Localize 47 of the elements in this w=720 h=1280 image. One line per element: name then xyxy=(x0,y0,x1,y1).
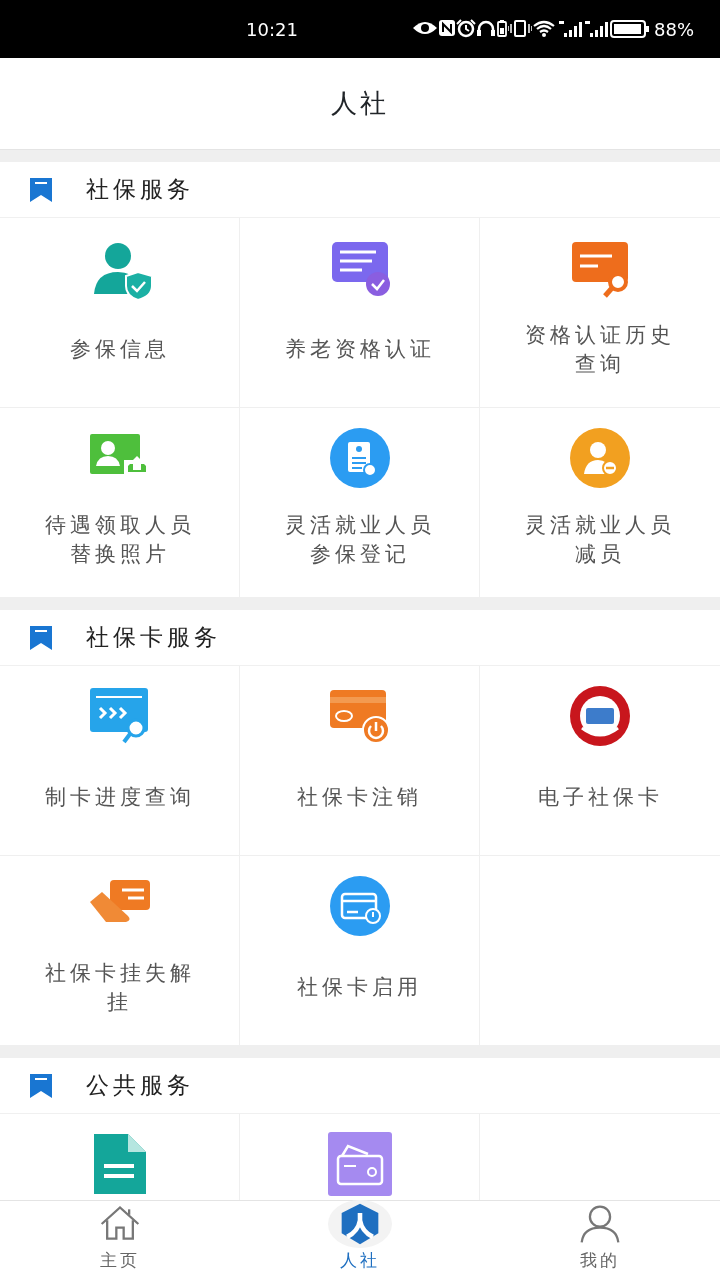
battery-percent: 88% xyxy=(654,17,694,42)
battery-small-icon xyxy=(496,19,508,39)
service-tile[interactable]: 资格认证历史查询 xyxy=(480,218,720,408)
service-tile[interactable]: 待遇领取人员替换照片 xyxy=(0,408,240,598)
tile-label: 待遇领取人员替换照片 xyxy=(43,512,196,568)
vibrate-icon xyxy=(508,19,532,39)
nav-tab[interactable]: 我的 xyxy=(480,1201,720,1280)
person-minus-icon xyxy=(568,426,632,490)
nav-tab[interactable]: 人社 xyxy=(240,1201,480,1280)
tile-label: 养老资格认证 xyxy=(284,336,435,364)
service-tile[interactable]: 灵活就业人员减员 xyxy=(480,408,720,598)
emblem-icon xyxy=(568,684,632,748)
service-tile[interactable]: 社保卡挂失解挂 xyxy=(0,856,240,1046)
service-tile[interactable]: 电子社保卡 xyxy=(480,666,720,856)
nav-tab[interactable]: 主页 xyxy=(0,1201,240,1280)
tile-label: 灵活就业人员参保登记 xyxy=(283,512,436,568)
tile-label: 社保卡挂失解挂 xyxy=(43,960,196,1016)
service-tile[interactable]: 灵活就业人员参保登记 xyxy=(240,408,480,598)
tile-label: 社保卡注销 xyxy=(297,784,422,812)
card-power-icon xyxy=(327,874,392,938)
page-title: 人社 xyxy=(331,87,389,120)
section-title: 公共服务 xyxy=(86,1071,194,1101)
section-title: 社保卡服务 xyxy=(86,623,221,653)
tile-label: 资格认证历史查询 xyxy=(524,322,676,378)
headphones-icon xyxy=(476,19,496,39)
bookmark-icon xyxy=(30,625,52,650)
tile-label: 电子社保卡 xyxy=(537,784,663,812)
bookmark-icon xyxy=(30,1073,52,1098)
signal-icon xyxy=(558,19,584,39)
tile-label: 灵活就业人员减员 xyxy=(524,512,676,568)
tile-label: 制卡进度查询 xyxy=(44,784,195,812)
bookmark-icon xyxy=(30,177,52,202)
service-tile[interactable]: 社保卡注销 xyxy=(240,666,480,856)
service-tile[interactable]: 养老资格认证 xyxy=(240,218,480,408)
wallet-icon xyxy=(327,1132,392,1196)
tile-label: 参保信息 xyxy=(69,336,170,364)
tile-label: 社保卡启用 xyxy=(297,974,422,1002)
signal-icon xyxy=(584,19,610,39)
registration-icon xyxy=(327,426,392,490)
service-tile[interactable]: 社保卡启用 xyxy=(240,856,480,1046)
nfc-icon xyxy=(438,19,456,39)
clock-time: 10:21 xyxy=(246,17,298,42)
section-title: 社保服务 xyxy=(86,175,194,205)
service-tile[interactable]: 参保信息 xyxy=(0,218,240,408)
battery-icon xyxy=(610,19,650,39)
alarm-icon xyxy=(456,19,476,39)
service-tile[interactable]: 制卡进度查询 xyxy=(0,666,240,856)
